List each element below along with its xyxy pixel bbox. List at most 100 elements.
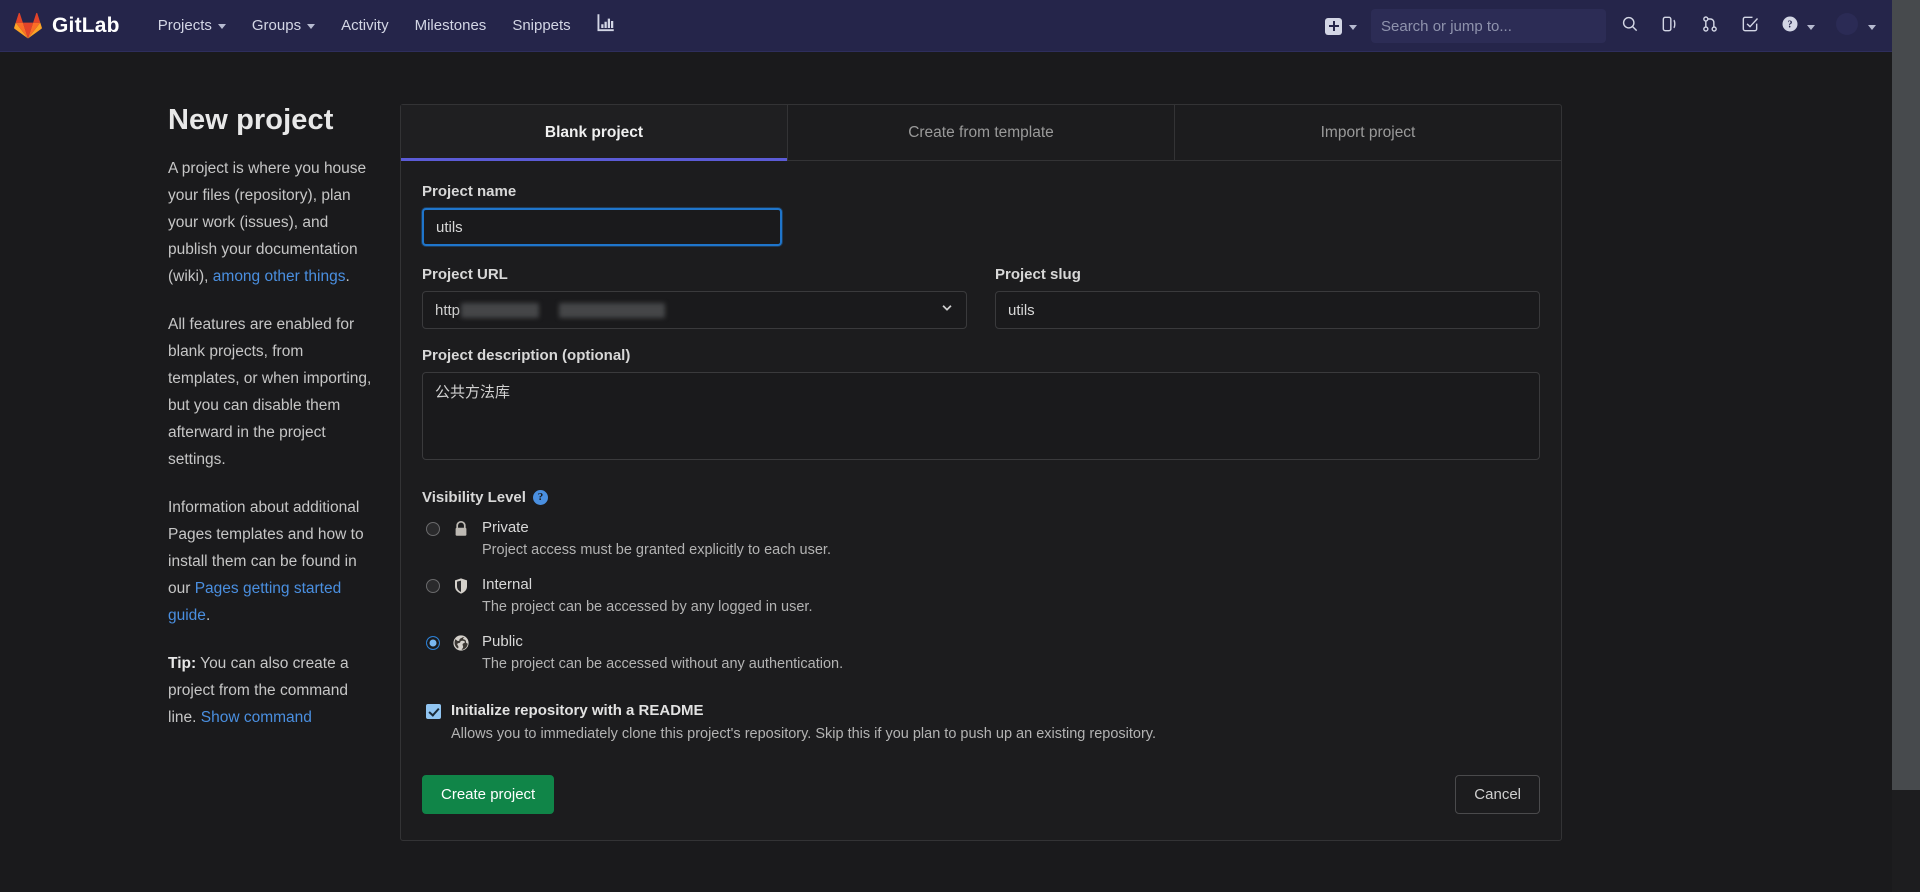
project-url-group: Project URL http: [422, 266, 967, 329]
nav-item-analytics[interactable]: [585, 5, 625, 46]
visibility-public-title: Public: [482, 633, 523, 650]
svg-text:?: ?: [1788, 19, 1793, 30]
navbar-right-area: Search or jump to...: [1315, 0, 1892, 52]
cancel-button[interactable]: Cancel: [1455, 775, 1540, 814]
project-name-group: Project name: [422, 183, 782, 246]
gitlab-brand[interactable]: GitLab: [14, 12, 120, 40]
project-name-input[interactable]: [422, 208, 782, 246]
search-submit-button[interactable]: [1610, 6, 1650, 47]
intro-p3-post: .: [206, 607, 210, 624]
intro-p1-pre: A project is where you house your files …: [168, 160, 366, 285]
among-other-things-link[interactable]: among other things: [213, 268, 346, 285]
tab-create-from-template[interactable]: Create from template: [788, 105, 1175, 160]
avatar: [1835, 12, 1859, 41]
visibility-level-label: Visibility Level: [422, 489, 526, 506]
help-circle-icon[interactable]: ?: [533, 490, 548, 505]
nav-item-milestones[interactable]: Milestones: [403, 9, 499, 42]
create-new-button[interactable]: [1315, 18, 1367, 35]
visibility-header: Visibility Level ?: [422, 489, 1540, 506]
form-actions: Create project Cancel: [422, 775, 1540, 814]
pages-getting-started-guide-link[interactable]: Pages getting started guide: [168, 580, 341, 624]
nav-item-groups-label: Groups: [252, 17, 301, 34]
chevron-down-icon: [1349, 25, 1357, 30]
help-button[interactable]: ?: [1770, 6, 1825, 47]
radio-internal[interactable]: [426, 579, 440, 593]
radio-private[interactable]: [426, 522, 440, 536]
search-input[interactable]: Search or jump to...: [1371, 9, 1606, 43]
merge-requests-button[interactable]: [1690, 6, 1730, 47]
chevron-down-icon: [1868, 25, 1876, 30]
initialize-readme-group[interactable]: Initialize repository with a README Allo…: [422, 701, 1540, 745]
nav-item-snippets-label: Snippets: [512, 17, 570, 34]
nav-item-milestones-label: Milestones: [415, 17, 487, 34]
gitlab-brand-label: GitLab: [52, 14, 120, 38]
project-description-label: Project description (optional): [422, 347, 1540, 364]
tab-import-project[interactable]: Import project: [1175, 105, 1561, 160]
merge-requests-icon: [1700, 14, 1720, 39]
lock-icon: [452, 520, 470, 538]
intro-p1-post: .: [345, 268, 349, 285]
plus-square-icon: [1325, 18, 1342, 35]
todos-button[interactable]: [1730, 6, 1770, 47]
intro-tip: Tip: You can also create a project from …: [168, 650, 374, 731]
chevron-down-icon: [1807, 25, 1815, 30]
visibility-option-internal[interactable]: Internal The project can be accessed by …: [422, 575, 1540, 618]
nav-item-activity-label: Activity: [341, 17, 389, 34]
help-icon: ?: [1780, 14, 1800, 39]
visibility-internal-description: The project can be accessed by any logge…: [482, 597, 1540, 618]
redacted-host: [461, 303, 539, 318]
chevron-down-icon: [307, 24, 315, 29]
project-description-textarea[interactable]: 公共方法库: [422, 372, 1540, 460]
chevron-down-icon: [218, 24, 226, 29]
visibility-public-description: The project can be accessed without any …: [482, 654, 1540, 675]
search-placeholder: Search or jump to...: [1381, 18, 1512, 35]
gitlab-logo-icon: [14, 12, 42, 40]
page-scrollbar-track[interactable]: [1892, 0, 1920, 892]
project-slug-label: Project slug: [995, 266, 1540, 283]
initialize-readme-label: Initialize repository with a README: [451, 702, 704, 719]
nav-item-activity[interactable]: Activity: [329, 9, 401, 42]
top-navbar: GitLab Projects Groups Activity Mileston…: [0, 0, 1892, 52]
nav-item-projects-label: Projects: [158, 17, 212, 34]
new-project-form: Project name Project URL http: [401, 161, 1561, 840]
intro-paragraph-3: Information about additional Pages templ…: [168, 494, 374, 629]
intro-panel: New project A project is where you house…: [0, 52, 400, 841]
tab-blank-project[interactable]: Blank project: [401, 105, 788, 160]
visibility-private-title: Private: [482, 519, 529, 536]
project-url-select[interactable]: http: [422, 291, 967, 329]
project-url-label: Project URL: [422, 266, 967, 283]
show-command-link[interactable]: Show command: [201, 709, 312, 726]
shield-icon: [452, 577, 470, 595]
initialize-readme-description: Allows you to immediately clone this pro…: [451, 724, 1156, 745]
visibility-option-private[interactable]: Private Project access must be granted e…: [422, 518, 1540, 561]
page-title: New project: [168, 104, 374, 137]
primary-nav: Projects Groups Activity Milestones Snip…: [146, 5, 625, 46]
page-body: New project A project is where you house…: [0, 52, 1892, 841]
project-slug-input[interactable]: [995, 291, 1540, 329]
page-scrollbar-thumb[interactable]: [1892, 0, 1920, 790]
user-menu-button[interactable]: [1825, 4, 1886, 49]
todos-icon: [1740, 14, 1760, 39]
search-icon: [1620, 14, 1640, 39]
project-description-group: Project description (optional) 公共方法库: [422, 347, 1540, 465]
project-slug-group: Project slug: [995, 266, 1540, 329]
globe-icon: [452, 634, 470, 652]
url-slug-row: Project URL http Project slug: [422, 266, 1540, 329]
issues-button[interactable]: [1650, 6, 1690, 47]
tip-label: Tip:: [168, 655, 196, 672]
create-project-button[interactable]: Create project: [422, 775, 554, 814]
project-name-label: Project name: [422, 183, 782, 200]
project-url-prefix: http: [435, 302, 460, 319]
intro-paragraph-2: All features are enabled for blank proje…: [168, 311, 374, 473]
initialize-readme-checkbox[interactable]: [426, 704, 441, 719]
nav-item-snippets[interactable]: Snippets: [500, 9, 582, 42]
new-project-card: Blank project Create from template Impor…: [400, 104, 1562, 841]
intro-paragraph-1: A project is where you house your files …: [168, 155, 374, 290]
visibility-internal-title: Internal: [482, 576, 532, 593]
project-type-tabs: Blank project Create from template Impor…: [401, 105, 1561, 161]
radio-public[interactable]: [426, 636, 440, 650]
nav-item-projects[interactable]: Projects: [146, 9, 238, 42]
visibility-option-public[interactable]: Public The project can be accessed witho…: [422, 632, 1540, 675]
nav-item-groups[interactable]: Groups: [240, 9, 327, 42]
visibility-private-description: Project access must be granted explicitl…: [482, 540, 1540, 561]
